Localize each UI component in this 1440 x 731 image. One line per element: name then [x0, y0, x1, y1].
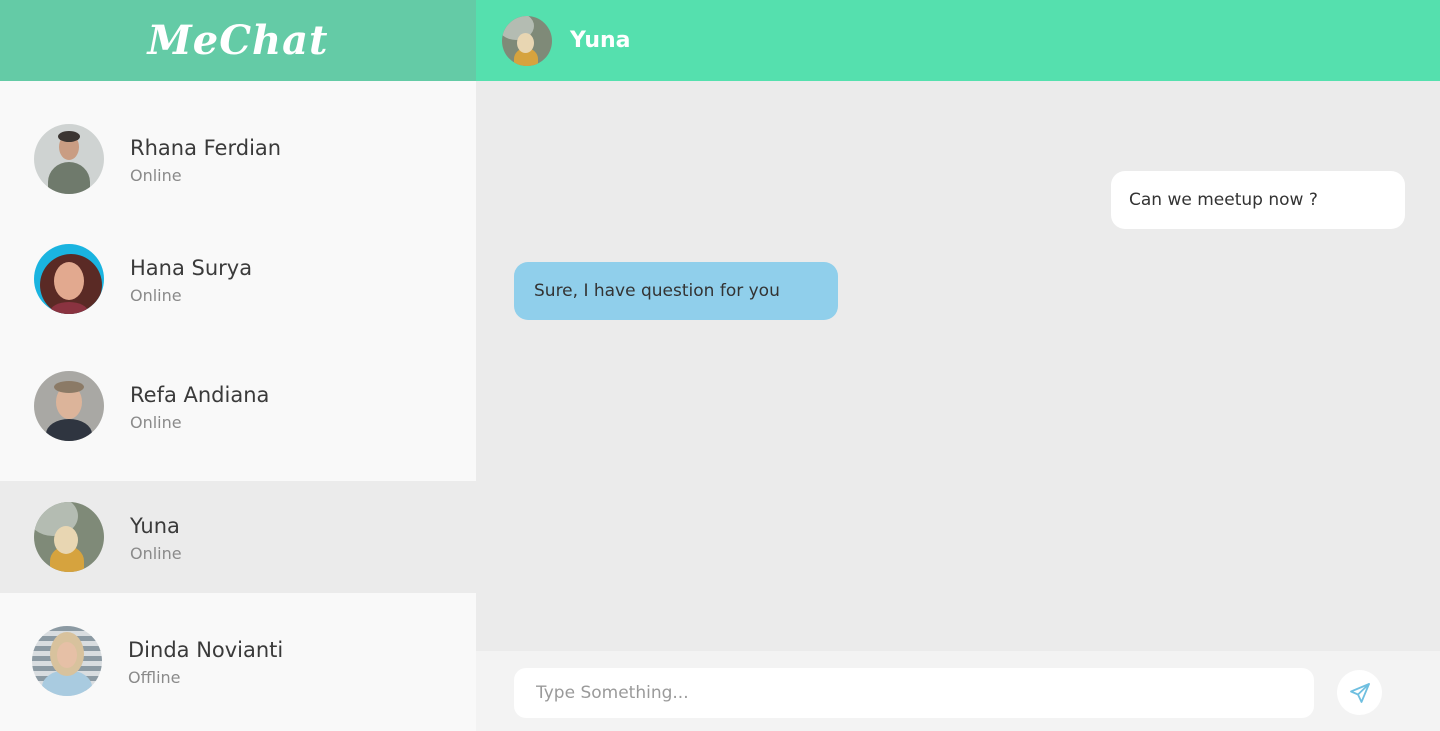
avatar [34, 371, 104, 441]
avatar [34, 502, 104, 572]
contact-item-refa-andiana[interactable]: Refa Andiana Online [0, 350, 476, 462]
contact-status: Online [130, 285, 182, 305]
brand-bar: MeChat [0, 0, 476, 81]
contact-name: Hana Surya [130, 255, 253, 280]
contact-status: Online [130, 543, 182, 563]
contact-name: Yuna [130, 513, 180, 538]
contact-name: Dinda Novianti [128, 637, 284, 662]
message-input[interactable] [514, 668, 1314, 718]
contact-name: Rhana Ferdian [130, 135, 282, 160]
message-composer [476, 651, 1440, 731]
contact-item-hana-surya[interactable]: Hana Surya Online [0, 223, 476, 335]
contact-item-dinda-novianti[interactable]: Dinda Novianti Offline [0, 605, 476, 717]
contact-item-yuna[interactable]: Yuna Online [0, 481, 476, 593]
contact-item-rhana-ferdian[interactable]: Rhana Ferdian Online [0, 103, 476, 215]
avatar [34, 124, 104, 194]
contact-name: Refa Andiana [130, 382, 270, 407]
chat-partner-avatar[interactable] [502, 15, 552, 66]
contact-status: Offline [128, 667, 181, 687]
avatar [32, 626, 102, 696]
contact-status: Online [130, 165, 182, 185]
paper-plane-icon [1348, 681, 1372, 705]
send-button[interactable] [1337, 670, 1382, 715]
message-area: Can we meetup now ? Sure, I have questio… [476, 81, 1440, 651]
chat-header: Yuna [476, 0, 1440, 81]
message-incoming: Sure, I have question for you [514, 262, 838, 320]
contact-status: Online [130, 412, 182, 432]
chat-partner-name: Yuna [570, 28, 631, 53]
brand-logo: MeChat [147, 17, 329, 64]
contact-sidebar: MeChat Rhana Ferdian Online Hana Surya O… [0, 0, 476, 731]
avatar [34, 244, 104, 314]
message-outgoing: Can we meetup now ? [1111, 171, 1405, 229]
